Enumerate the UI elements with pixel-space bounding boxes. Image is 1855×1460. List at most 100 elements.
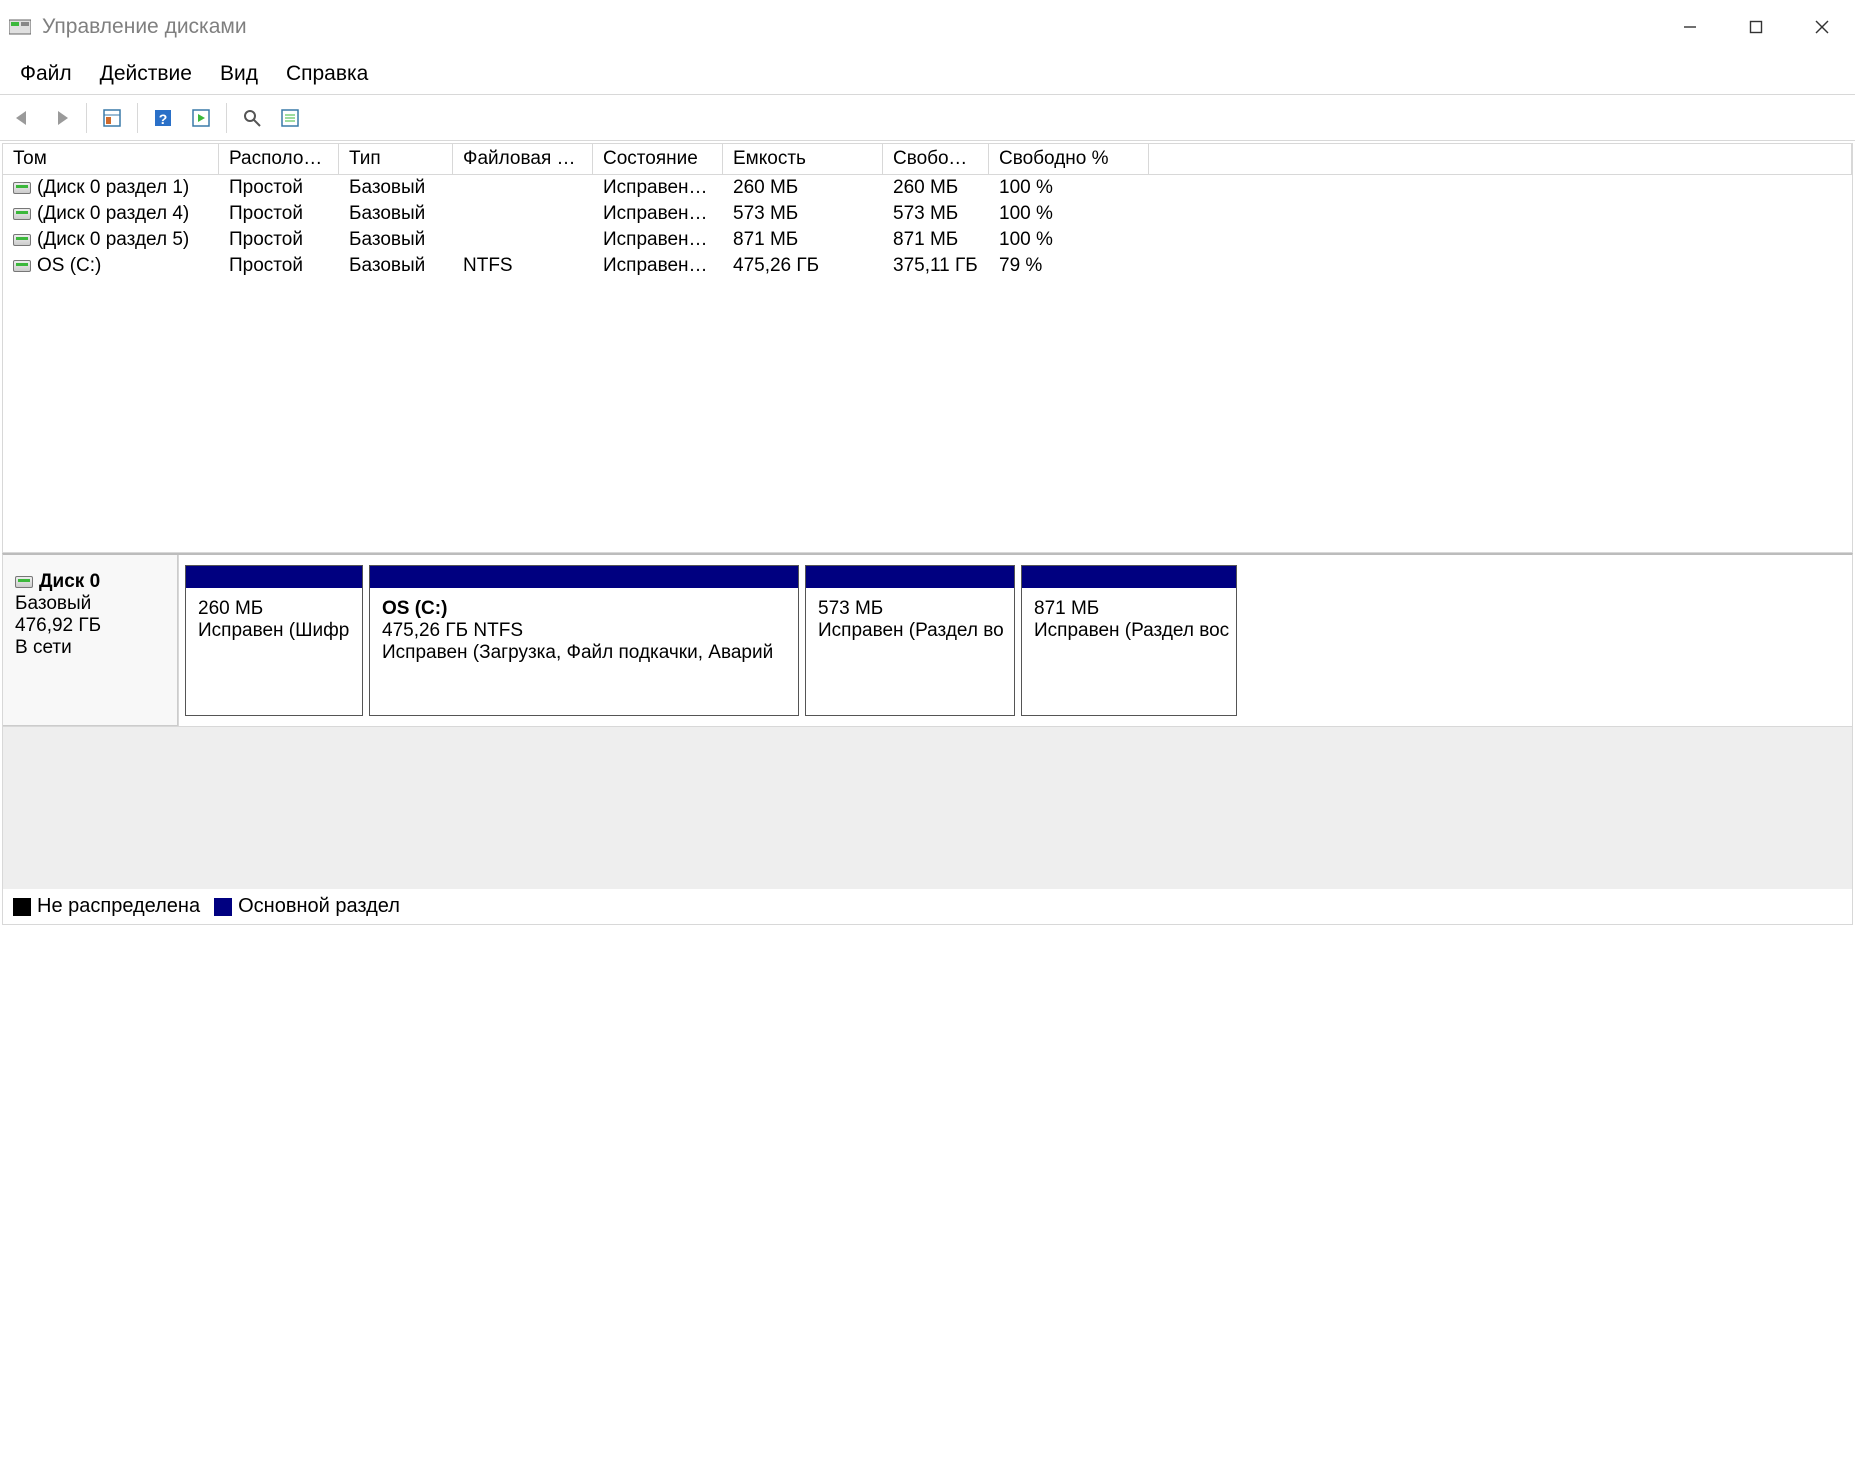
volume-capacity: 871 МБ	[723, 228, 883, 252]
window-controls	[1657, 0, 1855, 54]
forward-button[interactable]	[44, 101, 78, 135]
toolbar-separator	[86, 103, 87, 133]
list-button[interactable]	[273, 101, 307, 135]
partition-size: 871 МБ	[1034, 598, 1224, 620]
legend-swatch-unallocated	[13, 898, 31, 916]
volume-name: (Диск 0 раздел 1)	[37, 177, 189, 199]
volume-free: 871 МБ	[883, 228, 989, 252]
column-volume[interactable]: Том	[3, 144, 219, 175]
disk-type: Базовый	[15, 593, 166, 615]
toolbar-separator	[137, 103, 138, 133]
legend-unallocated: Не распределена	[37, 895, 200, 917]
volume-list[interactable]: Том Располож… Тип Файловая с… Состояние …	[2, 143, 1853, 553]
rescan-button[interactable]	[235, 101, 269, 135]
partition-size: 260 МБ	[198, 598, 350, 620]
close-button[interactable]	[1789, 0, 1855, 54]
volume-row[interactable]: (Диск 0 раздел 1) ПростойБазовый Исправен……	[3, 175, 1852, 201]
volume-name: OS (C:)	[37, 255, 101, 277]
volume-icon	[13, 208, 31, 220]
volume-list-header: Том Располож… Тип Файловая с… Состояние …	[3, 144, 1852, 175]
volume-status: Исправен…	[593, 202, 723, 226]
partition-label: OS (C:)	[382, 598, 786, 620]
toolbar-separator	[226, 103, 227, 133]
partition-status: Исправен (Загрузка, Файл подкачки, Авари…	[382, 642, 786, 664]
volume-type: Базовый	[339, 202, 453, 226]
partition[interactable]: 871 МБИсправен (Раздел вос	[1021, 565, 1237, 716]
volume-free: 573 МБ	[883, 202, 989, 226]
volume-type: Базовый	[339, 228, 453, 252]
partition[interactable]: 260 МБИсправен (Шифр	[185, 565, 363, 716]
volume-status: Исправен…	[593, 254, 723, 278]
toolbar: ?	[0, 95, 1855, 141]
partition-header	[806, 566, 1014, 588]
minimize-button[interactable]	[1657, 0, 1723, 54]
legend-primary: Основной раздел	[238, 895, 400, 917]
volume-free: 260 МБ	[883, 176, 989, 200]
volume-layout: Простой	[219, 228, 339, 252]
menu-action[interactable]: Действие	[86, 56, 206, 92]
volume-status: Исправен…	[593, 176, 723, 200]
partition-header	[1022, 566, 1236, 588]
volume-layout: Простой	[219, 176, 339, 200]
disk-icon	[15, 576, 33, 588]
volume-freepct: 79 %	[989, 254, 1149, 278]
column-filesystem[interactable]: Файловая с…	[453, 144, 593, 175]
legend-swatch-primary	[214, 898, 232, 916]
partition-status: Исправен (Шифр	[198, 620, 350, 642]
volume-name: (Диск 0 раздел 4)	[37, 203, 189, 225]
volume-type: Базовый	[339, 176, 453, 200]
app-icon	[8, 15, 32, 39]
maximize-button[interactable]	[1723, 0, 1789, 54]
volume-capacity: 260 МБ	[723, 176, 883, 200]
disk-online: В сети	[15, 637, 166, 659]
disk-info[interactable]: Диск 0 Базовый 476,92 ГБ В сети	[3, 555, 179, 726]
disk-name: Диск 0	[39, 571, 100, 593]
column-capacity[interactable]: Емкость	[723, 144, 883, 175]
disk-graphical-view: Диск 0 Базовый 476,92 ГБ В сети 260 МБИс…	[2, 553, 1853, 727]
partition-status: Исправен (Раздел во	[818, 620, 1002, 642]
column-layout[interactable]: Располож…	[219, 144, 339, 175]
menu-help[interactable]: Справка	[272, 56, 382, 92]
volume-free: 375,11 ГБ	[883, 254, 989, 278]
partition-header	[370, 566, 798, 588]
volume-fs	[453, 176, 593, 200]
volume-icon	[13, 260, 31, 272]
volume-row[interactable]: (Диск 0 раздел 4) ПростойБазовый Исправен……	[3, 201, 1852, 227]
volume-layout: Простой	[219, 254, 339, 278]
volume-fs: NTFS	[453, 254, 593, 278]
volume-capacity: 573 МБ	[723, 202, 883, 226]
volume-status: Исправен…	[593, 228, 723, 252]
volume-row[interactable]: (Диск 0 раздел 5) ПростойБазовый Исправен……	[3, 227, 1852, 253]
volume-name: (Диск 0 раздел 5)	[37, 229, 189, 251]
svg-text:?: ?	[159, 111, 168, 127]
menu-view[interactable]: Вид	[206, 56, 272, 92]
column-type[interactable]: Тип	[339, 144, 453, 175]
column-freepct[interactable]: Свободно %	[989, 144, 1149, 175]
partition-header	[186, 566, 362, 588]
help-button[interactable]: ?	[146, 101, 180, 135]
volume-row[interactable]: OS (C:)ПростойБазовыйNTFSИсправен…475,26…	[3, 253, 1852, 279]
partition-size: 573 МБ	[818, 598, 1002, 620]
partition-bar: 260 МБИсправен (ШифрOS (C:)475,26 ГБ NTF…	[179, 555, 1852, 726]
partition-status: Исправен (Раздел вос	[1034, 620, 1224, 642]
partition[interactable]: 573 МБИсправен (Раздел во	[805, 565, 1015, 716]
properties-button[interactable]	[95, 101, 129, 135]
window-title: Управление дисками	[42, 15, 1657, 39]
refresh-button[interactable]	[184, 101, 218, 135]
volume-freepct: 100 %	[989, 202, 1149, 226]
titlebar: Управление дисками	[0, 0, 1855, 54]
volume-type: Базовый	[339, 254, 453, 278]
volume-fs	[453, 202, 593, 226]
menu-file[interactable]: Файл	[6, 56, 86, 92]
volume-fs	[453, 228, 593, 252]
partition[interactable]: OS (C:)475,26 ГБ NTFSИсправен (Загрузка,…	[369, 565, 799, 716]
column-filler	[1149, 144, 1852, 175]
partition-size: 475,26 ГБ NTFS	[382, 620, 786, 642]
menubar: Файл Действие Вид Справка	[0, 54, 1855, 95]
volume-freepct: 100 %	[989, 228, 1149, 252]
volume-freepct: 100 %	[989, 176, 1149, 200]
back-button[interactable]	[6, 101, 40, 135]
column-free[interactable]: Свобод…	[883, 144, 989, 175]
volume-layout: Простой	[219, 202, 339, 226]
column-status[interactable]: Состояние	[593, 144, 723, 175]
